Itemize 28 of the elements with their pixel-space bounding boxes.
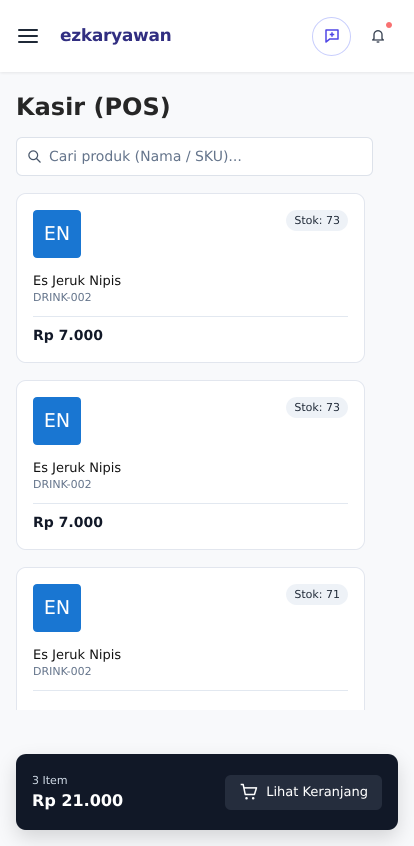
product-initials: EN bbox=[33, 584, 81, 632]
stock-badge: Stok: 73 bbox=[286, 397, 348, 418]
brand-name: ezkaryawan bbox=[60, 26, 172, 46]
stock-badge: Stok: 73 bbox=[286, 210, 348, 231]
cart-icon bbox=[239, 782, 260, 802]
product-sku: DRINK-002 bbox=[33, 291, 93, 304]
search-field[interactable]: Cari produk (Nama / SKU)... bbox=[16, 137, 373, 176]
product-name: Es Jeruk Nipis bbox=[33, 648, 122, 663]
product-name: Es Jeruk Nipis bbox=[33, 461, 122, 476]
product-price: Rp 7.000 bbox=[33, 515, 104, 531]
cart-total: Rp 21.000 bbox=[32, 791, 124, 810]
product-price: Rp 7.000 bbox=[33, 328, 104, 344]
product-initials: EN bbox=[33, 210, 81, 258]
menu-icon[interactable] bbox=[18, 28, 38, 44]
product-card[interactable]: EN Stok: 73 Es Jeruk Nipis DRINK-002 Rp 7.000 bbox=[16, 380, 365, 550]
chat-plus-icon bbox=[322, 27, 340, 45]
product-card[interactable]: EN Stok: 71 Es Jeruk Nipis DRINK-002 bbox=[16, 567, 365, 710]
view-cart-button[interactable]: Lihat Keranjang bbox=[225, 774, 382, 810]
item-count: 3 Item bbox=[32, 774, 69, 787]
new-message-button[interactable] bbox=[312, 16, 351, 56]
product-name: Es Jeruk Nipis bbox=[33, 274, 122, 289]
bell-icon[interactable] bbox=[370, 28, 386, 44]
product-initials: EN bbox=[33, 397, 81, 445]
product-sku: DRINK-002 bbox=[33, 665, 93, 678]
stock-badge: Stok: 71 bbox=[286, 584, 348, 605]
product-card[interactable]: EN Stok: 73 Es Jeruk Nipis DRINK-002 Rp 7.000 bbox=[16, 193, 365, 363]
product-sku: DRINK-002 bbox=[33, 478, 93, 491]
page-title: Kasir (POS) bbox=[16, 92, 172, 122]
